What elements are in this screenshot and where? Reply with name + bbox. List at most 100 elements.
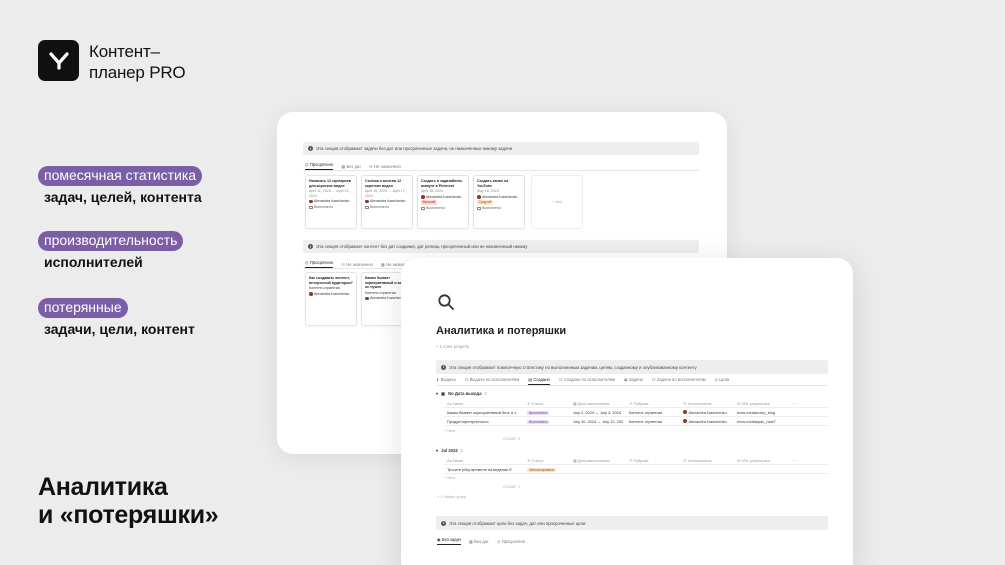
col-label: Name <box>452 400 464 406</box>
tab-no-tasks[interactable]: ◉ Без задач <box>437 537 462 545</box>
tab-created-by-assignee[interactable]: ☷ Создано по исполнителям <box>559 377 615 382</box>
add-property-link[interactable]: + 1 more property <box>436 344 469 349</box>
tab-tasks-by-assignee[interactable]: ☷ Задачи по исполнителям <box>652 377 706 382</box>
cell-assignee: Alexandra Ivaschenko <box>680 410 734 415</box>
hidden-group-link[interactable]: + 1 hidden group <box>437 494 466 499</box>
cell-rubric: Контент-стратегия <box>629 409 663 415</box>
col-label: Рубрика <box>633 457 649 463</box>
tab-overdue[interactable]: ◷ Просрочено <box>305 260 334 268</box>
tab-label: Задачи <box>628 377 643 382</box>
table-row[interactable]: Каким бывает корпоративный блог и з Выпо… <box>444 408 829 417</box>
task-card[interactable]: Создать канал на YouTube May 16, 2024 Al… <box>473 175 525 229</box>
tab-label: Просрочено <box>501 538 526 544</box>
tab-output[interactable]: ⬇ Выдача <box>436 377 456 382</box>
view-tabs: ⬇ Выдача ☷ Выдача по исполнителям ▤ Созд… <box>436 377 828 386</box>
chevron-down-icon: ▾ <box>436 391 439 396</box>
group-header[interactable]: ▾ Jul 2024 1 <box>436 448 463 453</box>
task-date: May 16, 2024 <box>477 189 499 194</box>
new-row-button[interactable]: + New <box>444 475 455 480</box>
tab-no-dates[interactable]: ▦ Без дат <box>469 539 489 544</box>
checkbox-label: Выполнено <box>370 204 389 209</box>
callout-text: Эта секция отображает цели без задач, да… <box>449 520 586 526</box>
table-row[interactable]: Трогите рбку времени на ведение Е Заплан… <box>444 465 829 474</box>
done-checkbox[interactable]: Выполнено <box>477 206 521 211</box>
avatar <box>309 199 313 204</box>
table-row[interactable]: Продуктоцентричность Выполнено July 10, … <box>444 417 829 426</box>
tab-overdue[interactable]: ◷ Просрочено <box>497 539 525 544</box>
content-title: Как создавать контент, интересный аудито… <box>309 276 353 285</box>
more-icon[interactable]: + ··· <box>789 458 829 463</box>
assignee-name: Alexandra Ivaschenko <box>314 199 350 204</box>
feature-monthly-stats: помесячная статистика задач, целей, конт… <box>38 166 203 205</box>
feature-lost: потерянные задачи, цели, контент <box>38 298 195 337</box>
status-badge: Выполнено <box>527 410 550 415</box>
feature-sub: исполнителей <box>44 254 143 270</box>
tab-output-by-assignee[interactable]: ☷ Выдача по исполнителям <box>465 377 520 382</box>
col-assignee: ☷ Исполнитель <box>683 400 712 406</box>
content-card[interactable]: Как создавать контент, интересный аудито… <box>305 272 357 326</box>
assignee-name: Alexandra Ivaschenko <box>482 194 518 199</box>
col-label: Дата выполнения <box>577 400 610 406</box>
callout-lost-goals: i Эта секция отображает цели без задач, … <box>436 516 828 530</box>
col-label: Статус <box>531 457 544 463</box>
logo-mark-icon <box>48 51 69 70</box>
tab-overdue[interactable]: ◷ Просрочено <box>305 162 334 170</box>
cell-assignee: Alexandra Ivaschenko <box>680 419 734 424</box>
chevron-down-icon: ▾ <box>436 448 439 453</box>
task-assignee: Alexandra Ivaschenko <box>421 195 465 200</box>
tab-unassigned[interactable]: ☷ Не назначено <box>369 164 401 169</box>
avatar <box>683 419 687 423</box>
feature-productivity: производительность исполнителей <box>38 231 184 270</box>
col-rubric: ⇗ Рубрика <box>629 457 649 463</box>
checkbox-label: Выполнено <box>314 204 333 209</box>
tab-tasks[interactable]: ◉ Задачи <box>624 377 643 382</box>
group-header[interactable]: ▾ ▦ No Дата выхода 2 <box>436 391 487 396</box>
more-icon[interactable]: + ··· <box>789 401 829 406</box>
new-row-button[interactable]: + New <box>444 428 455 433</box>
tab-no-dates[interactable]: ▦ Без дат <box>341 164 361 169</box>
task-assignee: Alexandra Ivaschenko <box>309 199 353 204</box>
col-label: URL результата <box>741 400 770 406</box>
callout-lost-content: i Эта секция отображает контент без дат … <box>303 240 699 253</box>
callout-text: Эта секция отображает контент без дат со… <box>316 244 528 249</box>
done-checkbox[interactable]: Выполнено <box>309 205 353 210</box>
tab-created[interactable]: ▤ Создано <box>528 377 550 385</box>
avatar <box>683 410 687 414</box>
done-checkbox[interactable]: Выполнено <box>421 206 465 211</box>
brand-line1: Контент– <box>89 42 160 61</box>
tab-goals[interactable]: ◎ Цели <box>714 377 729 382</box>
cell-status: Запланировано <box>524 467 570 472</box>
task-card[interactable]: Создать и задизайнить аккаунт в Pinteres… <box>417 175 469 229</box>
col-label: Статус <box>531 400 544 406</box>
task-title: Написать 12 сценариев для коротких видео <box>309 179 351 188</box>
group-count: 1 <box>460 448 463 453</box>
task-card[interactable]: Съемка и монтаж 12 коротких видео April … <box>361 175 413 229</box>
checkbox-label: Выполнено <box>482 205 501 210</box>
new-card-button[interactable]: + New <box>531 175 583 229</box>
cell-name: Каким бывает корпоративный блог и з <box>447 409 517 415</box>
page-title: Аналитика и потеряшки <box>436 325 567 337</box>
callout-lost-tasks: i Эта секция отображает задачи без дат и… <box>303 142 699 155</box>
cell-url[interactable]: evos.media/pdc_new7 <box>734 419 789 424</box>
table-header: Aa Name ✳ Статус ▦ Дата выполнения ⇗ Руб… <box>444 399 829 408</box>
col-name: Aa Name <box>447 400 464 406</box>
tab-label: Выдача по исполнителям <box>469 377 520 382</box>
done-checkbox[interactable]: Выполнено <box>365 205 409 210</box>
avatar <box>309 292 313 296</box>
priority-tag: Высокий <box>421 200 437 205</box>
assignee-name: Alexandra Ivaschenko <box>426 194 462 199</box>
tab-label: Просрочено <box>309 260 334 265</box>
col-label: URL результата <box>741 457 770 463</box>
info-icon: i <box>308 244 313 249</box>
status-badge: Запланировано <box>527 467 557 472</box>
avatar <box>365 199 369 204</box>
cell-url[interactable]: evos.media/corp_blog <box>734 410 789 415</box>
calendar-icon: ▦ <box>441 391 446 396</box>
status-badge: Выполнено <box>527 419 550 424</box>
callout-text: Эта секция отображает задачи без дат или… <box>316 146 513 151</box>
tab-unassigned[interactable]: ☷ Не назначено <box>341 262 373 267</box>
task-card[interactable]: Написать 12 сценариев для коротких видео… <box>305 175 357 229</box>
info-icon: i <box>441 520 446 526</box>
task-title: Съемка и монтаж 12 коротких видео <box>365 179 402 188</box>
task-title: Создать и задизайнить аккаунт в Pinteres… <box>421 179 463 188</box>
